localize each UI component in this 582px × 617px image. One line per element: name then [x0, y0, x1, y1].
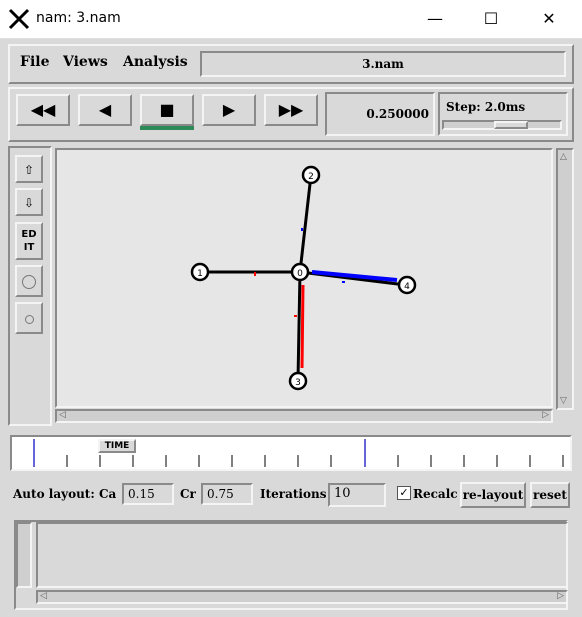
rewind-button[interactable]: ◀◀: [16, 94, 70, 126]
cr-label: Cr: [180, 487, 196, 501]
maximize-button[interactable]: ☐: [468, 0, 514, 38]
reset-button[interactable]: reset: [530, 482, 570, 508]
step-slider[interactable]: [442, 120, 562, 130]
window-title: nam: 3.nam: [36, 10, 121, 26]
node-2[interactable]: 2: [301, 165, 321, 185]
circle-large-icon: [22, 275, 36, 289]
timeline-ticks: [66, 455, 564, 467]
timeline-slider[interactable]: TIME: [10, 435, 572, 471]
zoom-in-button[interactable]: ⇧: [15, 155, 43, 183]
svg-text:4: 4: [404, 282, 410, 292]
link-0-2: [298, 174, 313, 273]
packet-red: [254, 272, 256, 276]
packet-blue: [342, 281, 345, 283]
iterations-label: Iterations: [260, 487, 327, 501]
packet-red: [294, 315, 297, 317]
cr-input[interactable]: 0.75: [201, 483, 253, 505]
canvas-horizontal-scrollbar[interactable]: ◁ ▷: [55, 409, 553, 423]
scroll-right-arrow-icon[interactable]: ▷: [557, 591, 564, 601]
zoom-out-button[interactable]: ⇩: [15, 188, 43, 216]
scroll-up-arrow-icon[interactable]: △: [560, 152, 567, 162]
node-small-button[interactable]: [15, 302, 43, 334]
recalc-checkbox[interactable]: ✓: [397, 486, 411, 500]
svg-text:2: 2: [308, 172, 314, 182]
menu-file[interactable]: File: [20, 54, 49, 70]
recalc-label: Recalc: [413, 487, 458, 501]
node-0[interactable]: 0: [290, 262, 310, 282]
stop-active-indicator: [140, 126, 194, 130]
minimize-button[interactable]: —: [412, 0, 458, 38]
scroll-left-arrow-icon[interactable]: ◁: [40, 591, 47, 601]
iterations-input[interactable]: 10: [328, 483, 386, 507]
ca-label: Ca: [99, 487, 117, 501]
packet-blue: [301, 228, 303, 231]
circle-small-icon: [24, 315, 34, 324]
filename-display: 3.nam: [200, 51, 566, 77]
step-label: Step: 2.0ms: [446, 100, 526, 114]
link-0-3: [296, 271, 302, 381]
ca-input[interactable]: 0.15: [122, 483, 174, 505]
annotation-vertical-scrollbar[interactable]: [16, 522, 32, 588]
relayout-button[interactable]: re-layout: [460, 482, 526, 508]
svg-text:0: 0: [297, 269, 303, 279]
step-slider-thumb[interactable]: [494, 121, 528, 129]
app-icon: [8, 8, 30, 30]
scroll-right-arrow-icon[interactable]: ▷: [542, 410, 549, 420]
annotation-horizontal-scrollbar[interactable]: ◁ ▷: [36, 590, 568, 604]
svg-text:1: 1: [197, 269, 203, 279]
node-3[interactable]: 3: [288, 371, 308, 391]
canvas-vertical-scrollbar[interactable]: △ ▽: [556, 148, 574, 410]
svg-text:3: 3: [295, 378, 301, 388]
node-1[interactable]: 1: [190, 262, 210, 282]
menu-analysis[interactable]: Analysis: [123, 54, 188, 70]
node-4[interactable]: 4: [397, 275, 417, 295]
scroll-left-arrow-icon[interactable]: ◁: [59, 410, 66, 420]
auto-layout-label: Auto layout:: [13, 487, 95, 501]
fast-forward-button[interactable]: ▶▶: [264, 94, 318, 126]
scroll-down-arrow-icon[interactable]: ▽: [560, 396, 567, 406]
time-display: 0.250000: [325, 92, 435, 136]
edit-button[interactable]: ED IT: [15, 222, 43, 260]
step-back-button[interactable]: ◀: [78, 94, 132, 126]
menu-views[interactable]: Views: [63, 54, 108, 70]
stop-button[interactable]: ■: [140, 94, 194, 126]
network-canvas[interactable]: 1 0 2 3 4: [55, 148, 553, 408]
timeline-thumb[interactable]: TIME: [98, 439, 136, 453]
annotation-list[interactable]: [36, 522, 568, 588]
packet-red-flow: [300, 284, 305, 369]
node-large-button[interactable]: [15, 265, 43, 297]
close-button[interactable]: ✕: [526, 0, 572, 38]
play-button[interactable]: ▶: [202, 94, 256, 126]
